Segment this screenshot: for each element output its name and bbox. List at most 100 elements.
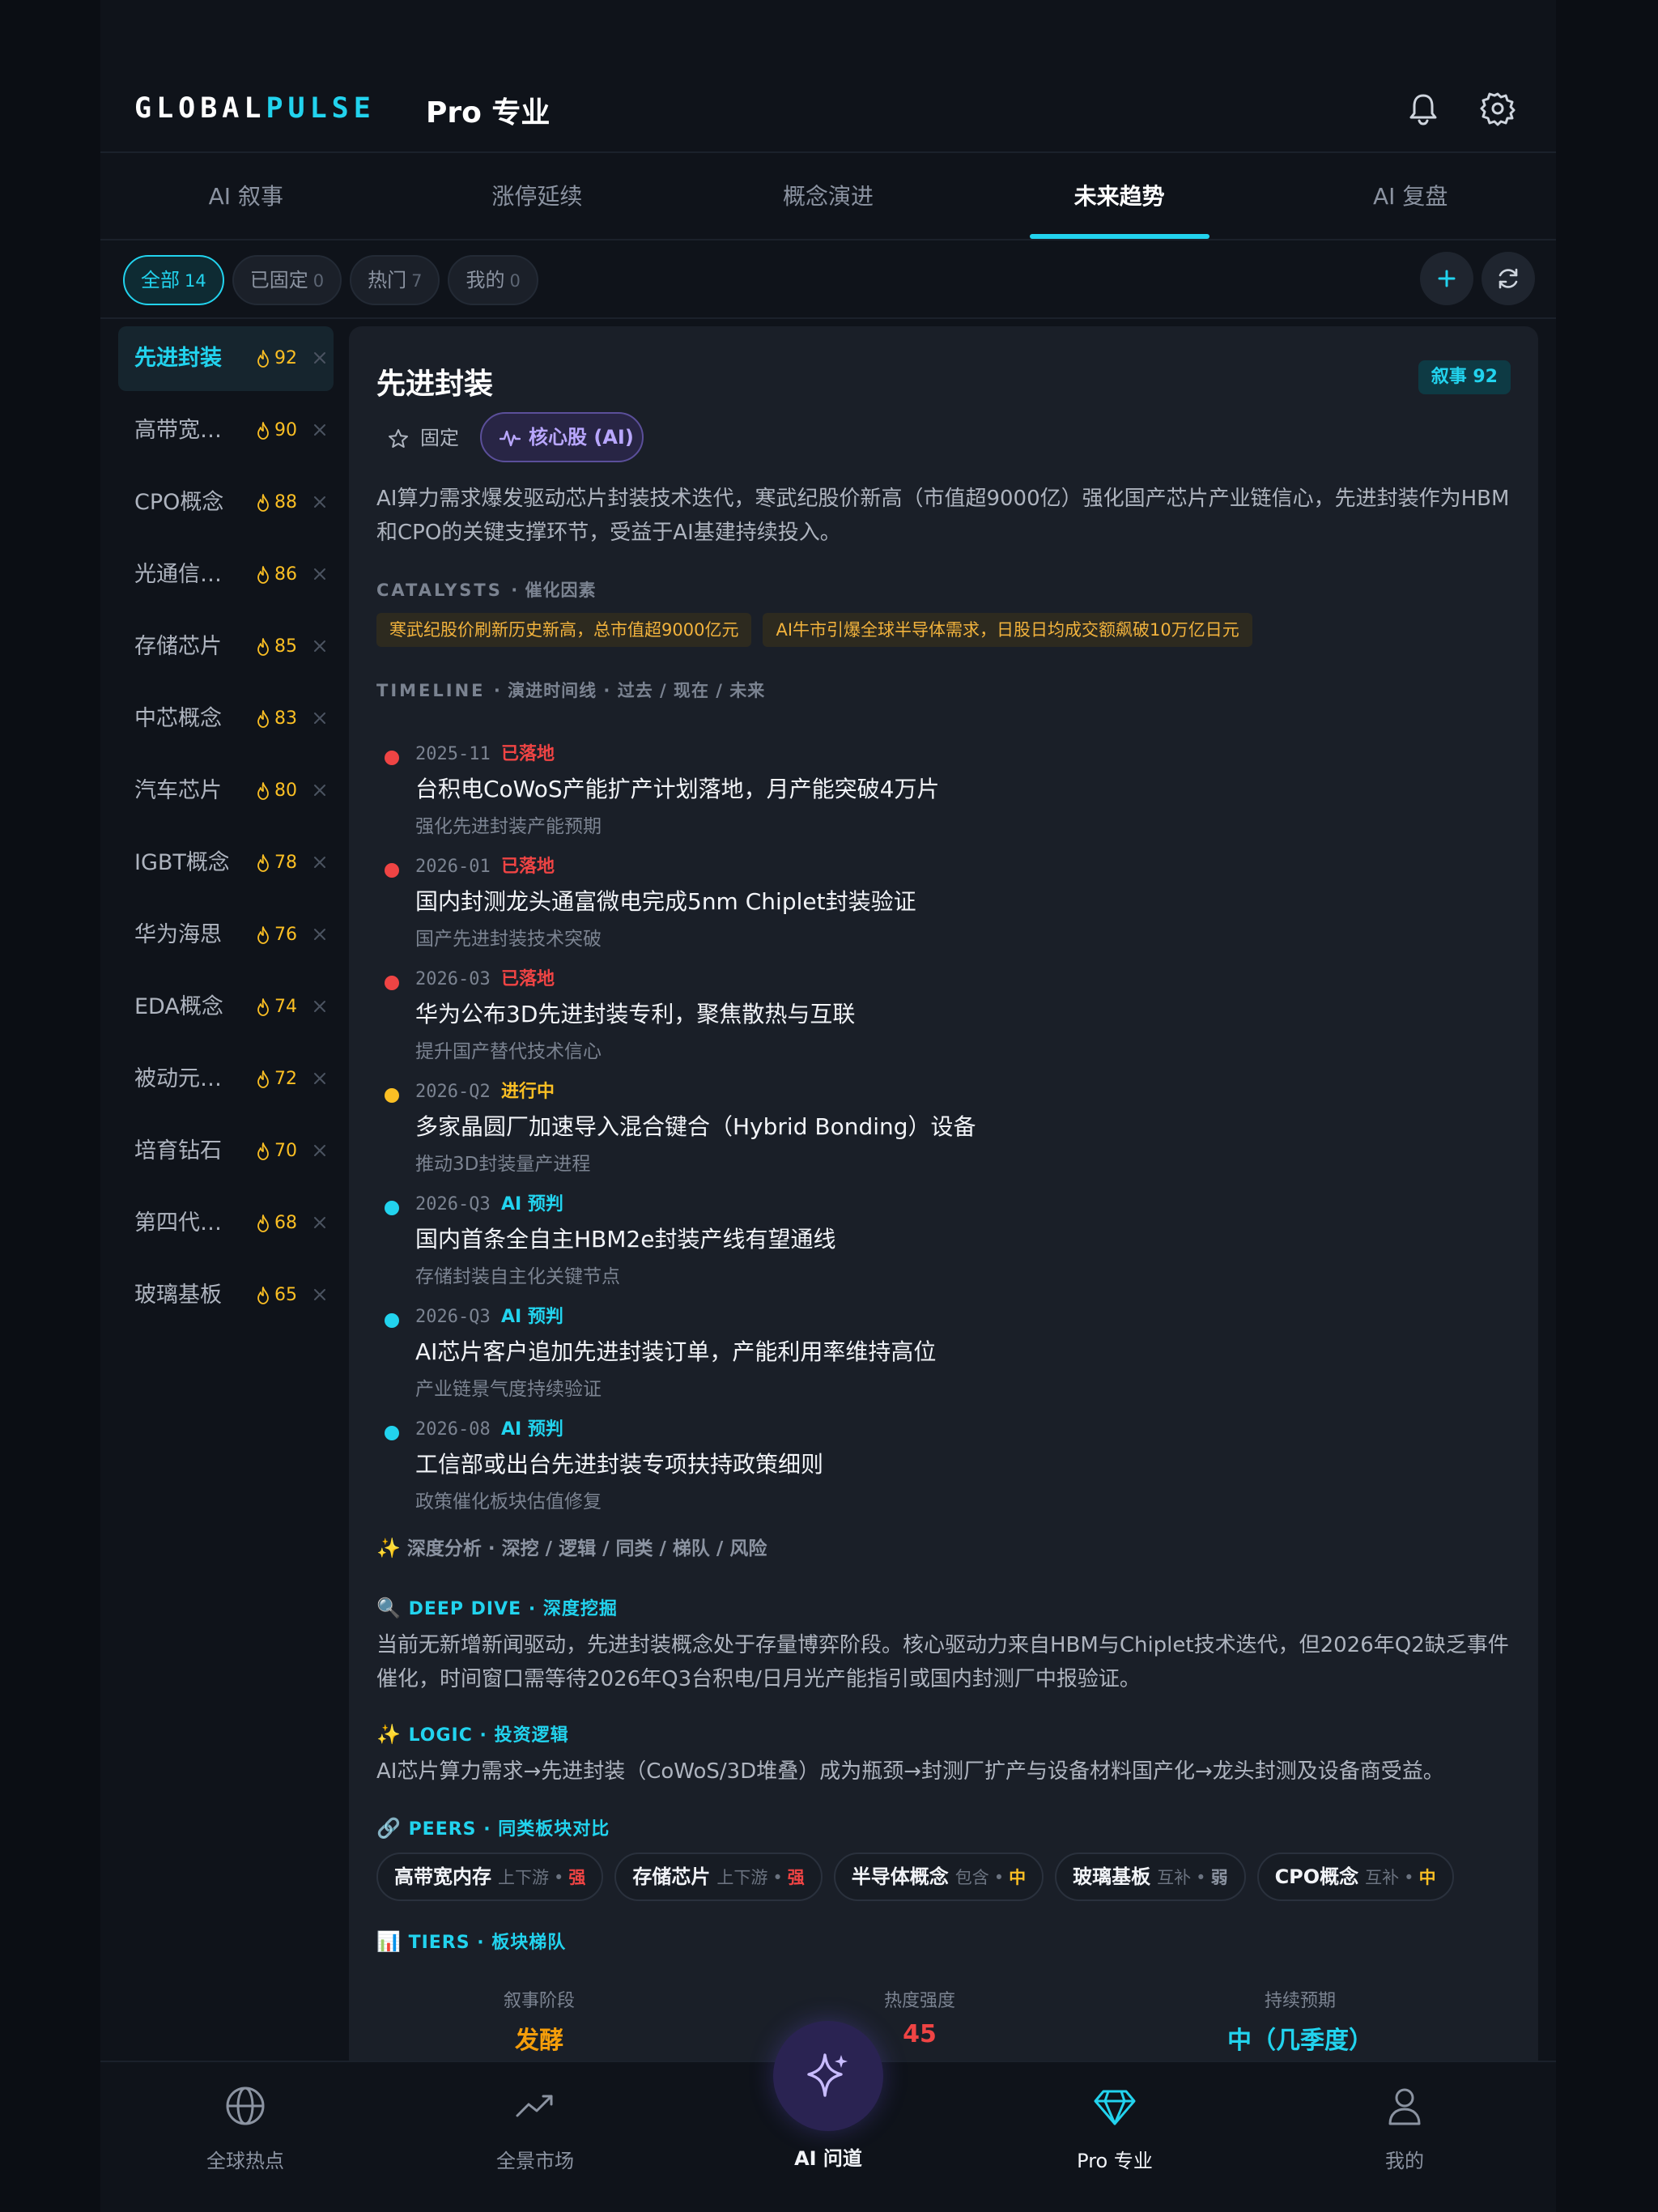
tab-ai-narrative[interactable]: AI 叙事 bbox=[100, 153, 392, 239]
peer-chip[interactable]: 半导体概念 包含 • 中 bbox=[833, 1853, 1044, 1901]
timeline-title: 台积电CoWoS产能扩产计划落地，月产能突破4万片 bbox=[415, 776, 940, 802]
sidebar-item-name: 华为海思 bbox=[134, 922, 222, 947]
tier-label: 持续预期 bbox=[1264, 1991, 1336, 2011]
nav-mine[interactable]: 我的 bbox=[1260, 2062, 1550, 2192]
fire-icon bbox=[257, 350, 269, 368]
timeline-date: 2026-03 bbox=[415, 969, 491, 989]
tab-future-trend[interactable]: 未来趋势 bbox=[974, 153, 1265, 239]
core-stocks-button[interactable]: 核心股 (AI) bbox=[480, 412, 644, 462]
tab-limit-up[interactable]: 涨停延续 bbox=[392, 153, 683, 239]
bar-chart-icon: 📊 bbox=[376, 1930, 402, 1953]
filter-chip-all[interactable]: 全部 14 bbox=[123, 255, 224, 305]
timeline-item: 2026-01 已落地 国内封测龙头通富微电完成5nm Chiplet封装验证 国产先… bbox=[376, 853, 1510, 966]
sidebar-item-score: 65 bbox=[274, 1285, 297, 1305]
sidebar-item-name: IGBT概念 bbox=[134, 850, 228, 875]
nav-global-hot[interactable]: 全球热点 bbox=[100, 2062, 390, 2192]
tier-value: 发酵 bbox=[515, 2027, 563, 2055]
peer-chip[interactable]: 高带宽内存 上下游 • 强 bbox=[376, 1853, 604, 1901]
gear-icon[interactable] bbox=[1478, 89, 1517, 128]
sidebar-item-score: 76 bbox=[274, 925, 297, 945]
separator-dot: • bbox=[772, 1868, 783, 1887]
bell-icon[interactable] bbox=[1404, 89, 1443, 128]
analysis-heading: ✨ 深度分析 · 深挖 / 逻辑 / 同类 / 梯队 / 风险 bbox=[376, 1533, 767, 1560]
filter-chip-pinned[interactable]: 已固定 0 bbox=[232, 255, 342, 305]
sparkle-icon bbox=[807, 2053, 848, 2097]
close-icon[interactable] bbox=[312, 1071, 327, 1086]
close-icon[interactable] bbox=[312, 495, 327, 509]
fire-icon bbox=[257, 854, 269, 872]
close-icon[interactable] bbox=[312, 855, 327, 870]
peer-chip[interactable]: 玻璃基板 互补 • 弱 bbox=[1055, 1853, 1246, 1901]
ai-ask-button[interactable] bbox=[773, 2021, 883, 2131]
sidebar-item[interactable]: 光通信… 86 bbox=[118, 542, 334, 607]
plus-icon bbox=[1438, 270, 1456, 287]
sidebar-item-score: 88 bbox=[274, 492, 297, 513]
concept-sidebar: 先进封装 92 高带宽… 90 CPO概念 88 光通信… 86 存储芯片 85 中芯概念 83 汽车芯… bbox=[118, 326, 334, 1335]
peer-relation: 上下游 bbox=[716, 1868, 768, 1887]
filter-chip-mine[interactable]: 我的 0 bbox=[448, 255, 538, 305]
sidebar-item[interactable]: CPO概念 88 bbox=[118, 470, 334, 535]
filter-chips: 全部 14 已固定 0 热门 7 我的 0 bbox=[123, 255, 538, 305]
catalyst-tag: 寒武纪股价刷新历史新高，总市值超9000亿元 bbox=[376, 613, 752, 647]
fire-icon bbox=[257, 782, 269, 800]
timeline-subtitle: 国产先进封装技术突破 bbox=[415, 929, 602, 950]
logo: GLOBALPULSE bbox=[134, 92, 376, 125]
core-stocks-label: 核心股 (AI) bbox=[529, 426, 634, 449]
close-icon[interactable] bbox=[312, 711, 327, 725]
nav-market[interactable]: 全景市场 bbox=[390, 2062, 680, 2192]
peer-relation: 互补 bbox=[1157, 1868, 1192, 1887]
close-icon[interactable] bbox=[312, 351, 327, 365]
close-icon[interactable] bbox=[312, 1287, 327, 1302]
sidebar-item-score: 68 bbox=[274, 1213, 297, 1233]
sidebar-item[interactable]: 被动元… 72 bbox=[118, 1047, 334, 1112]
logo-pulse: PULSE bbox=[266, 92, 376, 125]
sidebar-item[interactable]: 存储芯片 85 bbox=[118, 615, 334, 679]
sidebar-item[interactable]: IGBT概念 78 bbox=[118, 831, 334, 895]
refresh-button[interactable] bbox=[1482, 252, 1535, 305]
sidebar-item[interactable]: 高带宽… 90 bbox=[118, 398, 334, 463]
concept-detail-card: 先进封装 叙事 92 固定 核心股 (AI) AI算力需求爆发驱动芯片封装技术迭… bbox=[349, 326, 1538, 2108]
fire-icon bbox=[257, 1287, 269, 1304]
peer-chip[interactable]: CPO概念 互补 • 中 bbox=[1256, 1853, 1454, 1901]
timeline-date: 2026-08 bbox=[415, 1419, 491, 1440]
close-icon[interactable] bbox=[312, 639, 327, 653]
sidebar-item[interactable]: 中芯概念 83 bbox=[118, 687, 334, 751]
sidebar-item-score: 85 bbox=[274, 636, 297, 657]
sidebar-item[interactable]: 华为海思 76 bbox=[118, 903, 334, 968]
filter-chip-hot[interactable]: 热门 7 bbox=[350, 255, 440, 305]
concept-summary: AI算力需求爆发驱动芯片封装技术迭代，寒武纪股价新高（市值超9000亿）强化国产… bbox=[376, 487, 1510, 545]
close-icon[interactable] bbox=[312, 783, 327, 798]
pin-button[interactable]: 固定 bbox=[376, 414, 474, 462]
tab-ai-review[interactable]: AI 复盘 bbox=[1265, 153, 1556, 239]
close-icon[interactable] bbox=[312, 1215, 327, 1230]
pulse-icon bbox=[500, 430, 521, 447]
peer-relation: 上下游 bbox=[498, 1868, 549, 1887]
timeline-title: 多家晶圆厂加速导入混合键合（Hybrid Bonding）设备 bbox=[415, 1113, 976, 1140]
close-icon[interactable] bbox=[312, 999, 327, 1014]
close-icon[interactable] bbox=[312, 567, 327, 581]
sidebar-item[interactable]: 培育钻石 70 bbox=[118, 1119, 334, 1184]
peer-chip[interactable]: 存储芯片 上下游 • 强 bbox=[614, 1853, 823, 1901]
sidebar-item-name: 培育钻石 bbox=[134, 1138, 222, 1163]
sidebar-item[interactable]: 先进封装 92 bbox=[118, 326, 334, 391]
close-icon[interactable] bbox=[312, 927, 327, 942]
add-button[interactable] bbox=[1420, 252, 1473, 305]
peer-strength: 强 bbox=[787, 1868, 805, 1887]
tab-concept-evolution[interactable]: 概念演进 bbox=[682, 153, 974, 239]
chip-count: 0 bbox=[312, 271, 325, 291]
sidebar-item[interactable]: EDA概念 74 bbox=[118, 975, 334, 1040]
tab-divider bbox=[100, 239, 1556, 240]
sidebar-item[interactable]: 汽车芯片 80 bbox=[118, 759, 334, 823]
sidebar-item[interactable]: 第四代… 68 bbox=[118, 1191, 334, 1256]
pin-label: 固定 bbox=[420, 427, 459, 449]
catalysts-heading: CATALYSTS · 催化因素 bbox=[376, 577, 596, 602]
close-icon[interactable] bbox=[312, 1143, 327, 1158]
nav-pro[interactable]: Pro 专业 bbox=[970, 2062, 1260, 2192]
sidebar-item-name: CPO概念 bbox=[134, 490, 224, 515]
sidebar-item[interactable]: 玻璃基板 65 bbox=[118, 1263, 334, 1328]
timeline-status: 已落地 bbox=[501, 969, 555, 989]
catalyst-tag: AI牛市引爆全球半导体需求，日股日均成交额飙破10万亿日元 bbox=[763, 613, 1252, 647]
narrative-score-badge: 叙事 92 bbox=[1418, 360, 1511, 394]
close-icon[interactable] bbox=[312, 423, 327, 437]
deep-dive-text: 当前无新增新闻驱动，先进封装概念处于存量博弈阶段。核心驱动力来自HBM与Chip… bbox=[376, 1633, 1509, 1691]
